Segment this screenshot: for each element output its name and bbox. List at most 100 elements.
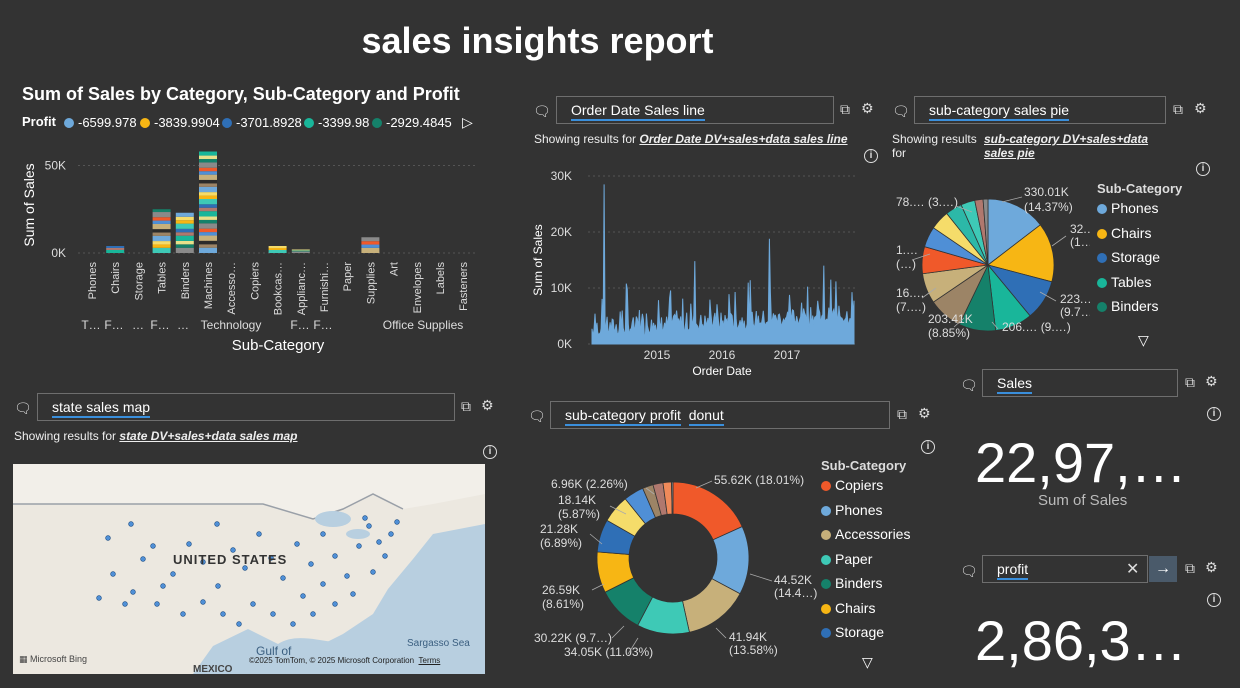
bar-segment[interactable]	[361, 244, 380, 248]
pie-showing-link[interactable]: sub-category DV+sales+data sales pie	[984, 132, 1154, 160]
donut-legend-item[interactable]: Accessories	[821, 526, 910, 542]
legend-scroll-down-icon[interactable]: ▽	[1138, 332, 1149, 349]
submit-arrow-icon[interactable]: →	[1149, 556, 1177, 582]
map-bubble[interactable]	[376, 539, 382, 545]
bar-segment[interactable]	[199, 183, 217, 187]
bar-legend-item[interactable]: -3839.9904	[140, 115, 220, 130]
bar-segment[interactable]	[152, 209, 171, 213]
map-bubble[interactable]	[105, 535, 111, 541]
comment-icon[interactable]: 🗨	[892, 103, 910, 120]
bar-segment[interactable]	[199, 162, 217, 168]
map-bubble[interactable]	[128, 521, 134, 527]
map-bubble[interactable]	[356, 543, 362, 549]
bar-segment[interactable]	[268, 247, 287, 250]
sales-qa-input[interactable]: Sales	[982, 369, 1178, 397]
bar-segment[interactable]	[291, 251, 310, 253]
convert-visual-icon[interactable]: ⧉	[1185, 374, 1195, 391]
bar-segment[interactable]	[199, 167, 217, 172]
bar-segment[interactable]	[199, 244, 217, 248]
bar-segment[interactable]	[152, 247, 171, 253]
legend-next-icon[interactable]: ▷	[462, 114, 473, 131]
map-bubble[interactable]	[382, 553, 388, 559]
bar-segment[interactable]	[199, 228, 217, 233]
map-bubble[interactable]	[96, 595, 102, 601]
donut-qa-input[interactable]: sub-category profit donut	[550, 401, 890, 429]
info-icon[interactable]: i	[1207, 593, 1221, 607]
bar-segment[interactable]	[199, 174, 217, 180]
bar-legend-item[interactable]: -2929.4845	[372, 115, 452, 130]
convert-visual-icon[interactable]: ⧉	[840, 101, 850, 118]
map-bubble[interactable]	[180, 611, 186, 617]
bar-segment[interactable]	[361, 237, 380, 242]
comment-icon[interactable]: 🗨	[533, 103, 551, 120]
info-icon[interactable]: i	[921, 440, 935, 454]
bar-segment[interactable]	[199, 155, 217, 160]
info-icon[interactable]: i	[483, 445, 497, 459]
map-bubble[interactable]	[256, 531, 262, 537]
bar-segment[interactable]	[152, 244, 171, 248]
map-bubble[interactable]	[320, 581, 326, 587]
map-bubble[interactable]	[294, 541, 300, 547]
map-showing-link[interactable]: state DV+sales+data sales map	[119, 429, 297, 443]
map-bubble[interactable]	[186, 541, 192, 547]
settings-gear-icon[interactable]: ⚙	[481, 397, 494, 414]
map-bubble[interactable]	[220, 611, 226, 617]
info-icon[interactable]: i	[1207, 407, 1221, 421]
map-bubble[interactable]	[332, 601, 338, 607]
bar-segment[interactable]	[199, 247, 217, 253]
convert-visual-icon[interactable]: ⧉	[897, 406, 907, 423]
bar-segment[interactable]	[291, 249, 310, 251]
map-bubble[interactable]	[308, 561, 314, 567]
bar-segment[interactable]	[199, 195, 217, 200]
map-bubble[interactable]	[130, 589, 136, 595]
line-showing-link[interactable]: Order Date DV+sales+data sales line	[639, 132, 847, 146]
comment-icon[interactable]: 🗨	[960, 563, 978, 580]
pie-legend-item[interactable]: Tables	[1097, 274, 1151, 290]
map-bubble[interactable]	[215, 583, 221, 589]
map-bubble[interactable]	[350, 591, 356, 597]
bar-segment[interactable]	[199, 204, 217, 208]
convert-visual-icon[interactable]: ⧉	[1173, 101, 1183, 118]
bar-segment[interactable]	[106, 247, 125, 250]
bar-segment[interactable]	[175, 220, 194, 224]
bar-segment[interactable]	[199, 219, 217, 224]
bar-segment[interactable]	[152, 229, 171, 233]
map-bubble[interactable]	[170, 571, 176, 577]
bar-segment[interactable]	[199, 179, 217, 184]
bar-segment[interactable]	[199, 211, 217, 217]
bar-legend-item[interactable]: -3701.8928	[222, 115, 302, 130]
info-icon[interactable]: i	[1196, 162, 1210, 176]
bar-segment[interactable]	[152, 223, 171, 230]
map-bubble[interactable]	[160, 583, 166, 589]
bar-segment[interactable]	[152, 232, 171, 236]
bar-legend-item[interactable]: -6599.978	[64, 115, 137, 130]
map-bubble[interactable]	[280, 575, 286, 581]
pie-legend-item[interactable]: Storage	[1097, 249, 1160, 265]
map-bubble[interactable]	[344, 573, 350, 579]
settings-gear-icon[interactable]: ⚙	[1194, 100, 1207, 117]
bar-segment[interactable]	[152, 212, 171, 218]
comment-icon[interactable]: 🗨	[14, 400, 32, 417]
bar-segment[interactable]	[175, 244, 194, 248]
bar-segment[interactable]	[175, 232, 194, 236]
bar-segment[interactable]	[106, 249, 125, 253]
slice[interactable]	[671, 481, 674, 515]
map-bubble[interactable]	[332, 553, 338, 559]
donut-legend-item[interactable]: Binders	[821, 575, 882, 591]
bar-segment[interactable]	[199, 216, 217, 220]
bar-segment[interactable]	[199, 199, 217, 205]
us-map[interactable]: UNITED STATES Gulf of Sargasso Sea MEXIC…	[13, 464, 485, 674]
convert-visual-icon[interactable]: ⧉	[461, 398, 471, 415]
map-bubble[interactable]	[122, 601, 128, 607]
bar-segment[interactable]	[361, 241, 380, 245]
map-bubble[interactable]	[110, 571, 116, 577]
legend-scroll-down-icon[interactable]: ▽	[862, 654, 873, 671]
comment-icon[interactable]: 🗨	[528, 408, 546, 425]
pie-legend-item[interactable]: Chairs	[1097, 225, 1151, 241]
bar-segment[interactable]	[361, 247, 380, 253]
bar-segment[interactable]	[152, 220, 171, 224]
donut-legend-item[interactable]: Storage	[821, 624, 884, 640]
map-bubble[interactable]	[394, 519, 400, 525]
map-bubble[interactable]	[300, 593, 306, 599]
bar-segment[interactable]	[106, 246, 125, 248]
